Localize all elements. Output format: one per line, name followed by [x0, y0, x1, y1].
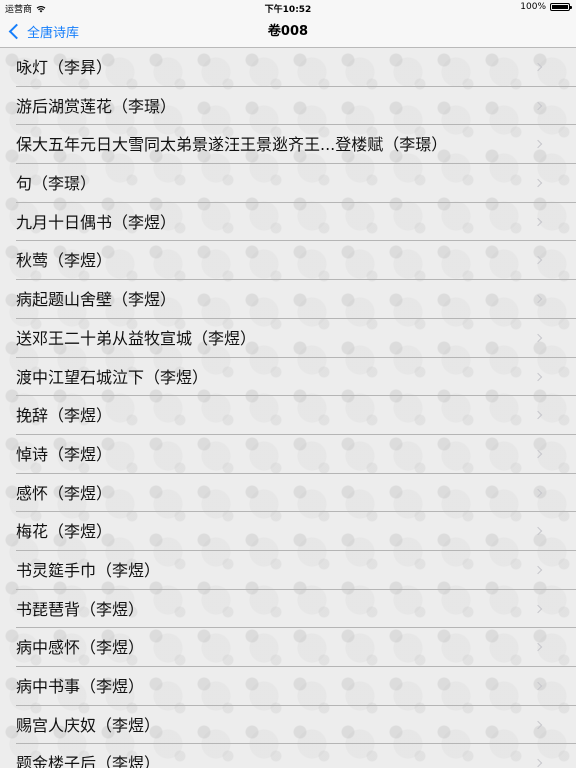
chevron-right-icon — [533, 681, 543, 691]
list-item[interactable]: 句（李璟） — [0, 164, 576, 203]
chevron-right-icon — [533, 604, 543, 613]
chevron-right-icon — [533, 256, 543, 265]
chevron-right-icon — [533, 140, 543, 149]
poem-title: 句（李璟） — [16, 174, 97, 194]
chevron-right-icon — [533, 101, 543, 110]
poem-title: 书琵琶背（李煜） — [16, 599, 145, 619]
poem-title: 九月十日偶书（李煜） — [16, 212, 177, 232]
list-item[interactable]: 挽辞（李煜） — [0, 396, 576, 435]
list-item[interactable]: 梅花（李煜） — [0, 512, 576, 551]
poem-title: 感怀（李煜） — [16, 483, 113, 503]
list-item[interactable]: 病起题山舍壁（李煜） — [0, 280, 576, 319]
poem-title: 渡中江望石城泣下（李煜） — [16, 367, 209, 387]
chevron-right-icon — [533, 333, 543, 343]
list-item[interactable]: 悼诗（李煜） — [0, 435, 576, 474]
list-item[interactable]: 保大五年元日大雪同太弟景遂汪王景逖齐王...登楼赋（李璟） — [0, 125, 576, 164]
chevron-right-icon — [533, 178, 543, 188]
list-item[interactable]: 病中书事（李煜） — [0, 667, 576, 706]
poem-title: 病中书事（李煜） — [16, 677, 145, 696]
chevron-right-icon — [533, 643, 543, 652]
poem-title: 病中感怀（李煜） — [16, 638, 145, 658]
chevron-right-icon — [533, 488, 543, 497]
poem-title: 题金楼子后（李煜） — [16, 754, 161, 768]
chevron-right-icon — [533, 410, 543, 420]
chevron-right-icon — [533, 449, 543, 459]
page-title: 卷008 — [267, 24, 309, 39]
chevron-right-icon — [533, 294, 543, 304]
chevron-right-icon — [533, 217, 543, 226]
poem-title: 保大五年元日大雪同太弟景遂汪王景逖齐王...登楼赋（李璟） — [16, 135, 448, 155]
chevron-right-icon — [533, 759, 543, 768]
list-item[interactable]: 感怀（李煜） — [0, 474, 576, 513]
poem-list: 咏灯（李昪） 游后湖赏莲花（李璟） 保大五年元日大雪同太弟景遂汪王景逖齐王...登楼… — [0, 48, 576, 768]
list-item[interactable]: 赐宫人庆奴（李煜） — [0, 706, 576, 745]
poem-title: 秋莺（李煜） — [16, 251, 113, 271]
list-item[interactable]: 渡中江望石城泣下（李煜） — [0, 358, 576, 397]
poem-title: 病起题山舍壁（李煜） — [16, 290, 177, 310]
list-item[interactable]: 九月十日偶书（李煜） — [0, 203, 576, 242]
poem-title: 送邓王二十弟从益牧宣城（李煜） — [16, 328, 257, 348]
poem-title: 游后湖赏莲花（李璟） — [16, 96, 177, 116]
chevron-right-icon — [533, 372, 543, 381]
poem-title: 书灵筵手巾（李煜） — [16, 560, 161, 580]
list-item[interactable]: 书灵筵手巾（李煜） — [0, 551, 576, 590]
list-item[interactable]: 咏灯（李昪） — [0, 48, 576, 87]
screen: 运营商 下午10:52 100% 全唐诗库 卷008 咏灯（李昪） 游后湖赏莲花（… — [0, 0, 576, 768]
chevron-right-icon — [533, 720, 543, 729]
status-right: 100% — [520, 2, 572, 12]
poem-title: 咏灯（李昪） — [16, 58, 113, 77]
battery-icon — [550, 3, 572, 11]
navigation-bar: 全唐诗库 卷008 — [0, 16, 576, 48]
poem-title: 挽辞（李煜） — [16, 406, 113, 426]
list-item[interactable]: 题金楼子后（李煜） — [0, 744, 576, 768]
list-item[interactable]: 书琵琶背（李煜） — [0, 590, 576, 629]
chevron-right-icon — [533, 62, 543, 72]
poem-title: 悼诗（李煜） — [16, 444, 113, 464]
poem-title: 赐宫人庆奴（李煜） — [16, 715, 161, 735]
list-item[interactable]: 游后湖赏莲花（李璟） — [0, 87, 576, 126]
chevron-right-icon — [533, 565, 543, 575]
list-item[interactable]: 送邓王二十弟从益牧宣城（李煜） — [0, 319, 576, 358]
status-time: 下午10:52 — [264, 5, 312, 15]
poem-title: 梅花（李煜） — [16, 522, 113, 542]
list-item[interactable]: 病中感怀（李煜） — [0, 628, 576, 667]
list-item[interactable]: 秋莺（李煜） — [0, 241, 576, 280]
battery-percent: 100% — [520, 2, 546, 12]
chevron-right-icon — [533, 527, 543, 536]
battery-fill — [552, 5, 568, 9]
status-bar: 运营商 下午10:52 100% — [0, 0, 576, 16]
